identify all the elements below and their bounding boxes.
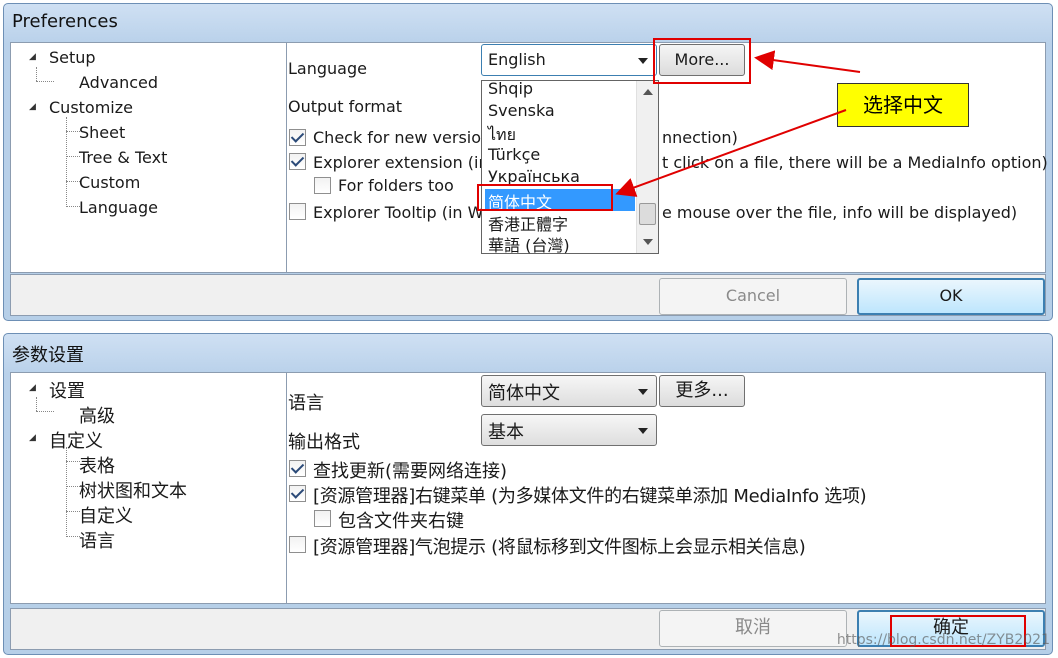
explorer-extension-checkbox[interactable] — [289, 485, 306, 502]
settings-tree: ◢ 设置 高级 ◢ 自定义 表格 树状图和文本 自定义 语言 — [10, 372, 287, 604]
folders-too-label: 包含文件夹右键 — [338, 511, 464, 532]
explorer-tooltip-label: [资源管理器]气泡提示 (将鼠标移到文件图标上会显示相关信息) — [313, 537, 806, 558]
arrow-to-more-button — [754, 50, 861, 73]
more-button[interactable]: 更多... — [659, 375, 745, 407]
watermark: https://blog.csdn.net/ZYB2021 — [836, 632, 1050, 648]
tree-item-sheet[interactable]: 表格 — [79, 452, 115, 478]
arrow-to-chinese-option — [615, 109, 847, 197]
chevron-down-icon — [638, 389, 648, 395]
language-label: 语言 — [288, 393, 324, 414]
cancel-button[interactable]: 取消 — [659, 610, 847, 647]
tree-item-language[interactable]: 语言 — [79, 527, 115, 553]
expand-triangle-icon[interactable]: ◢ — [29, 433, 36, 443]
chevron-down-icon — [638, 428, 648, 434]
expand-triangle-icon[interactable]: ◢ — [29, 383, 36, 393]
output-format-select[interactable]: 基本 — [481, 414, 657, 446]
tree-item-setup[interactable]: 设置 — [49, 377, 85, 403]
explorer-extension-label: [资源管理器]右键菜单 (为多媒体文件的右键菜单添加 MediaInfo 选项) — [313, 486, 867, 507]
output-format-label: 输出格式 — [288, 432, 360, 453]
tree-item-custom[interactable]: 自定义 — [79, 502, 133, 528]
language-select[interactable]: 简体中文 — [481, 375, 657, 407]
tree-item-advanced[interactable]: 高级 — [79, 402, 115, 428]
tree-item-customize[interactable]: 自定义 — [49, 427, 103, 453]
check-updates-checkbox[interactable] — [289, 460, 306, 477]
check-updates-label: 查找更新(需要网络连接) — [313, 461, 508, 482]
folders-too-checkbox[interactable] — [314, 510, 331, 527]
tree-item-tree-text[interactable]: 树状图和文本 — [79, 477, 187, 503]
dialog-title: 参数设置 — [12, 345, 84, 366]
explorer-tooltip-checkbox[interactable] — [289, 536, 306, 553]
